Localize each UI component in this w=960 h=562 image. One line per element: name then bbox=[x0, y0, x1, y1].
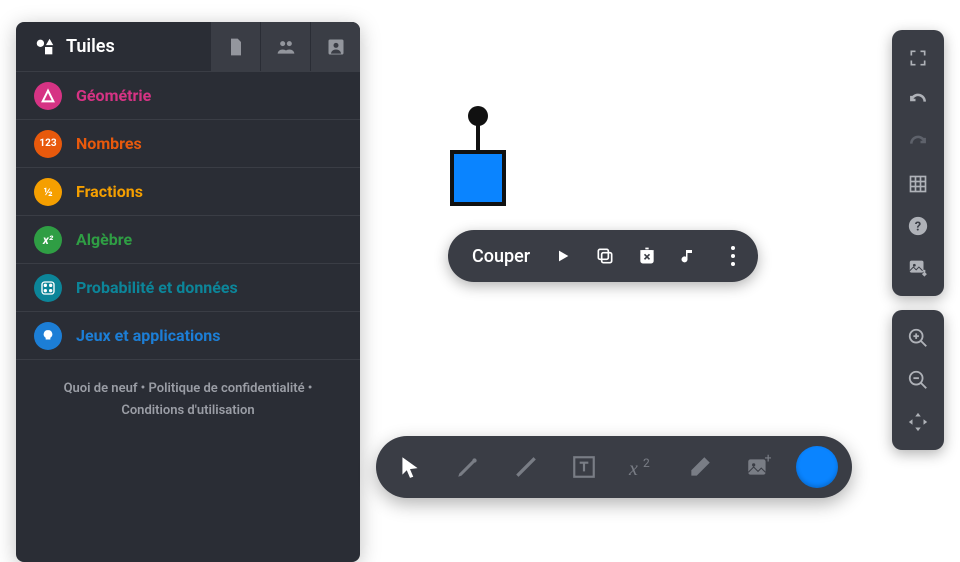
category-algebra[interactable]: x² Algèbre bbox=[16, 216, 360, 264]
category-label: Algèbre bbox=[76, 230, 132, 249]
category-probability[interactable]: Probabilité et données bbox=[16, 264, 360, 312]
sound-button[interactable] bbox=[676, 243, 702, 269]
category-label: Probabilité et données bbox=[76, 278, 238, 297]
image-tool[interactable]: + bbox=[738, 447, 778, 487]
category-label: Jeux et applications bbox=[76, 326, 220, 345]
numbers-icon: 123 bbox=[34, 130, 62, 158]
tile-square[interactable] bbox=[450, 150, 506, 206]
help-button[interactable]: ? bbox=[898, 206, 938, 246]
math-tool[interactable]: x2 bbox=[622, 447, 662, 487]
sidebar-header: Tuiles bbox=[16, 22, 360, 72]
svg-text:+: + bbox=[765, 454, 772, 467]
sidebar-tab-account[interactable] bbox=[310, 22, 360, 71]
tile-handle-icon[interactable] bbox=[468, 106, 488, 126]
color-picker[interactable] bbox=[796, 446, 838, 488]
copy-button[interactable] bbox=[592, 243, 618, 269]
pointer-tool[interactable] bbox=[390, 447, 430, 487]
line-tool[interactable] bbox=[506, 447, 546, 487]
category-games[interactable]: Jeux et applications bbox=[16, 312, 360, 360]
category-geometry[interactable]: Géométrie bbox=[16, 72, 360, 120]
footer-links-line1[interactable]: Quoi de neuf • Politique de confidential… bbox=[30, 378, 346, 400]
category-fractions[interactable]: ½ Fractions bbox=[16, 168, 360, 216]
sidebar-footer: Quoi de neuf • Politique de confidential… bbox=[16, 360, 360, 562]
sidebar: Tuiles Géométrie 123 Nombres ½ Fractions… bbox=[16, 22, 360, 562]
bottom-toolbar: x2 + bbox=[376, 436, 852, 498]
svg-text:?: ? bbox=[915, 220, 921, 235]
sidebar-tab-tiles[interactable]: Tuiles bbox=[16, 22, 210, 71]
more-button[interactable] bbox=[718, 243, 744, 269]
category-label: Géométrie bbox=[76, 86, 151, 105]
sidebar-tab-file[interactable] bbox=[210, 22, 260, 71]
undo-button[interactable] bbox=[898, 80, 938, 120]
zoom-out-button[interactable] bbox=[898, 360, 938, 400]
pan-button[interactable] bbox=[898, 402, 938, 442]
export-image-button[interactable] bbox=[898, 248, 938, 288]
play-button[interactable] bbox=[550, 243, 576, 269]
bulb-icon bbox=[34, 322, 62, 350]
sidebar-title: Tuiles bbox=[66, 36, 115, 57]
text-tool[interactable] bbox=[564, 447, 604, 487]
context-action-label[interactable]: Couper bbox=[472, 246, 530, 267]
right-toolbar-bottom bbox=[892, 310, 944, 450]
svg-text:x: x bbox=[628, 458, 638, 480]
fractions-icon: ½ bbox=[34, 178, 62, 206]
grid-button[interactable] bbox=[898, 164, 938, 204]
dice-icon bbox=[34, 274, 62, 302]
sidebar-header-tabs bbox=[210, 22, 360, 71]
category-label: Fractions bbox=[76, 182, 143, 201]
context-menu: Couper bbox=[448, 230, 758, 282]
sidebar-tab-class[interactable] bbox=[260, 22, 310, 71]
redo-button[interactable] bbox=[898, 122, 938, 162]
footer-links-line2[interactable]: Conditions d'utilisation bbox=[30, 400, 346, 422]
right-toolbar-top: ? bbox=[892, 30, 944, 296]
pen-tool[interactable] bbox=[448, 447, 488, 487]
algebra-icon: x² bbox=[34, 226, 62, 254]
svg-text:2: 2 bbox=[643, 456, 650, 470]
delete-button[interactable] bbox=[634, 243, 660, 269]
zoom-in-button[interactable] bbox=[898, 318, 938, 358]
geometry-icon bbox=[34, 82, 62, 110]
eraser-tool[interactable] bbox=[680, 447, 720, 487]
category-label: Nombres bbox=[76, 134, 142, 153]
category-numbers[interactable]: 123 Nombres bbox=[16, 120, 360, 168]
fullscreen-button[interactable] bbox=[898, 38, 938, 78]
shapes-icon bbox=[34, 36, 56, 58]
